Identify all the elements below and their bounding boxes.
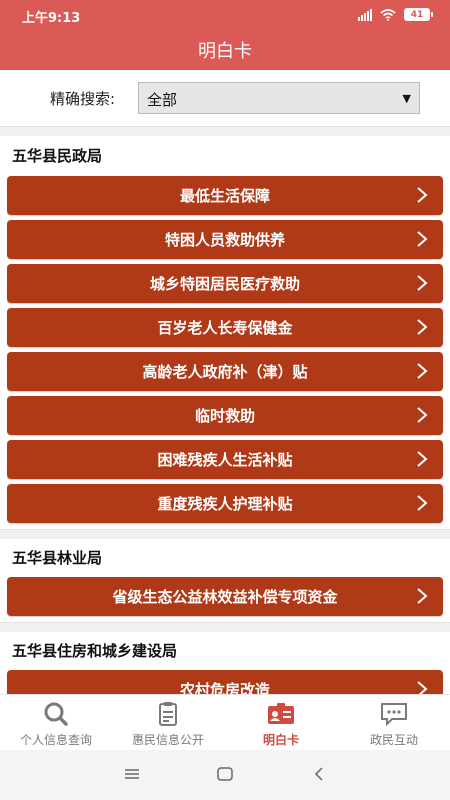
benefit-item-label: 重度残疾人护理补贴 bbox=[157, 495, 293, 513]
search-select[interactable]: 全部 ▼ bbox=[138, 82, 420, 114]
wifi-icon bbox=[380, 8, 396, 21]
benefit-item-label: 困难残疾人生活补贴 bbox=[157, 451, 293, 469]
signal-icon bbox=[358, 8, 372, 21]
header: 明白卡 bbox=[0, 30, 450, 70]
benefit-item-label: 临时救助 bbox=[194, 407, 255, 425]
benefit-item-button[interactable]: 城乡特困居民医疗救助 bbox=[7, 264, 443, 303]
search-icon bbox=[41, 701, 71, 727]
tab-personal-info-query[interactable]: 个人信息查询 bbox=[0, 695, 112, 751]
benefit-item-button[interactable]: 重度残疾人护理补贴 bbox=[7, 484, 443, 523]
search-label: 精确搜索: bbox=[50, 90, 116, 108]
benefit-item-label: 特困人员救助供养 bbox=[164, 231, 285, 249]
chevron-right-icon bbox=[417, 275, 428, 291]
chevron-right-icon bbox=[417, 187, 428, 203]
chevron-right-icon bbox=[417, 363, 428, 379]
tab-label: 个人信息查询 bbox=[19, 733, 92, 747]
status-bar: 上午9:13 41 bbox=[0, 0, 450, 30]
tab-government-interaction[interactable]: 政民互动 bbox=[338, 695, 450, 751]
battery-level: 41 bbox=[410, 9, 424, 20]
benefit-item-label: 省级生态公益林效益补偿专项资金 bbox=[112, 588, 338, 606]
system-nav-bar bbox=[0, 750, 450, 800]
section-title: 五华县住房和城乡建设局 bbox=[12, 642, 178, 660]
benefit-item-label: 高龄老人政府补（津）贴 bbox=[142, 363, 308, 381]
search-select-value: 全部 bbox=[147, 91, 178, 109]
chat-icon bbox=[379, 701, 409, 727]
benefit-item-label: 最低生活保障 bbox=[179, 187, 270, 205]
benefit-item-button[interactable]: 临时救助 bbox=[7, 396, 443, 435]
divider bbox=[0, 622, 450, 632]
chevron-right-icon bbox=[417, 451, 428, 467]
status-icons: 41 bbox=[358, 8, 433, 21]
tab-mingbai-card[interactable]: 明白卡 bbox=[225, 695, 337, 751]
chevron-right-icon bbox=[417, 407, 428, 423]
divider bbox=[0, 529, 450, 539]
chevron-right-icon bbox=[417, 319, 428, 335]
clipboard-icon bbox=[153, 701, 183, 727]
chevron-right-icon bbox=[417, 495, 428, 511]
home-icon[interactable] bbox=[216, 766, 234, 782]
battery-icon: 41 bbox=[404, 8, 433, 21]
id-card-icon bbox=[266, 701, 296, 727]
dropdown-arrow-icon: ▼ bbox=[402, 92, 411, 105]
tab-public-info[interactable]: 惠民信息公开 bbox=[112, 695, 224, 751]
page-title: 明白卡 bbox=[198, 41, 252, 62]
section-title: 五华县民政局 bbox=[12, 147, 103, 165]
benefit-item-button[interactable]: 最低生活保障 bbox=[7, 176, 443, 215]
benefit-item-label: 百岁老人长寿保健金 bbox=[157, 319, 293, 337]
benefit-item-button[interactable]: 特困人员救助供养 bbox=[7, 220, 443, 259]
bottom-nav: 个人信息查询 惠民信息公开 明白卡 政民互动 bbox=[0, 694, 450, 750]
section-title: 五华县林业局 bbox=[12, 549, 103, 567]
menu-icon[interactable] bbox=[124, 766, 140, 782]
benefit-item-button[interactable]: 高龄老人政府补（津）贴 bbox=[7, 352, 443, 391]
chevron-right-icon bbox=[417, 588, 428, 604]
tab-label: 惠民信息公开 bbox=[131, 733, 204, 747]
search-row: 精确搜索: 全部 ▼ bbox=[0, 70, 450, 126]
tab-label: 明白卡 bbox=[262, 733, 299, 747]
benefit-item-button[interactable]: 困难残疾人生活补贴 bbox=[7, 440, 443, 479]
chevron-right-icon bbox=[417, 231, 428, 247]
tab-label: 政民互动 bbox=[369, 733, 418, 747]
divider bbox=[0, 126, 450, 136]
benefit-item-button[interactable]: 省级生态公益林效益补偿专项资金 bbox=[7, 577, 443, 616]
back-icon[interactable] bbox=[312, 766, 326, 782]
benefit-item-button[interactable]: 百岁老人长寿保健金 bbox=[7, 308, 443, 347]
benefit-item-label: 城乡特困居民医疗救助 bbox=[149, 275, 300, 293]
status-time: 上午9:13 bbox=[22, 11, 81, 26]
